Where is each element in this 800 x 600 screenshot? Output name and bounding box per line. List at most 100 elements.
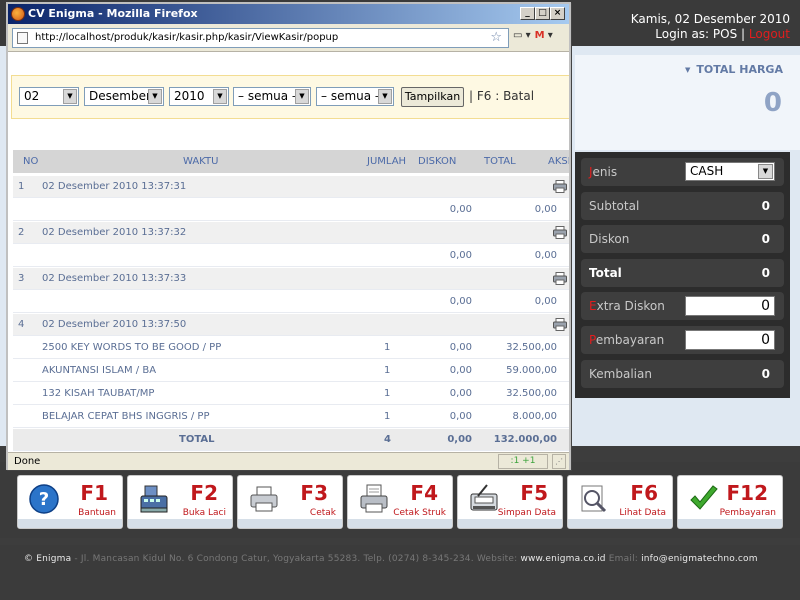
item-row: 132 KISAH TAUBAT/MP 1 0,00 32.500,00 (13, 383, 569, 405)
transaction-row: 4 02 Desember 2010 13:37:50 (13, 314, 569, 336)
grand-total-label: TOTAL (179, 434, 215, 445)
item-name: BELAJAR CEPAT BHS INGGRIS / PP (42, 411, 210, 422)
filter-select-2[interactable]: – semua – ▼ (316, 87, 394, 106)
url-text: http://localhost/produk/kasir/kasir.php/… (35, 32, 339, 43)
address-bar: http://localhost/produk/kasir/kasir.php/… (8, 24, 569, 52)
filter-select-1[interactable]: – semua – ▼ (233, 87, 311, 106)
status-bar: Done :1 +1 ⋰ (8, 452, 569, 470)
f2-key-label: Buka Laci (182, 508, 226, 518)
summary-row-subtotal: Subtotal 0 (581, 191, 784, 220)
print-icon[interactable] (553, 226, 567, 239)
f5-save-data-button[interactable]: F5 Simpan Data (457, 475, 563, 529)
f2-key-code: F2 (190, 481, 218, 505)
view-data-icon (581, 485, 607, 513)
f1-help-button[interactable]: ? F1 Bantuan (17, 475, 123, 529)
bookmark-star-icon[interactable]: ☆ (490, 29, 502, 47)
item-qty: 1 (384, 342, 391, 353)
print-icon[interactable] (553, 180, 567, 193)
transaction-subtotal-row: 0,00 0,00 (13, 291, 569, 313)
total-price-value: 0 (763, 88, 782, 118)
month-select[interactable]: Desember ▼ (84, 87, 164, 106)
row-no: 1 (18, 181, 25, 192)
print-icon[interactable] (553, 318, 567, 331)
payment-label: embayaran (595, 332, 665, 347)
extra-discount-label-initial: E (589, 299, 597, 314)
payment-type-value: CASH (690, 164, 724, 178)
f6-key-code: F6 (630, 481, 658, 505)
popup-content: 02 ▼ Desember ▼ 2010 ▼ – semua – ▼ – semua –… (8, 53, 569, 452)
total-label: Total (589, 265, 622, 280)
f6-key-label: Lihat Data (619, 508, 666, 518)
maximize-button[interactable]: □ (535, 7, 550, 20)
filter-2-value: – semua – (321, 89, 381, 103)
change-label: Kembalian (589, 366, 652, 381)
footer-email-link[interactable]: info@enigmatechno.com (641, 554, 758, 564)
summary-row-extra-diskon: Extra Diskon 0 (581, 292, 784, 321)
gmail-icon[interactable]: M (535, 30, 545, 41)
grand-total-row: TOTAL 4 0,00 132.000,00 (13, 429, 569, 451)
item-qty: 1 (384, 411, 391, 422)
f6-view-data-button[interactable]: F6 Lihat Data (567, 475, 673, 529)
gmail-dropdown-icon[interactable]: ▾ (545, 30, 553, 41)
item-total: 8.000,00 (512, 411, 557, 422)
day-select[interactable]: 02 ▼ (19, 87, 79, 106)
chevron-down-icon: ▼ (295, 89, 309, 104)
transaction-subtotal-row: 0,00 0,00 (13, 199, 569, 221)
item-qty: 1 (384, 365, 391, 376)
row-discount: 0,00 (449, 204, 472, 215)
year-value: 2010 (174, 89, 205, 103)
f5-key-label: Simpan Data (497, 508, 556, 518)
f3-key-label: Cetak (309, 508, 336, 518)
item-discount: 0,00 (449, 388, 472, 399)
item-name: 132 KISAH TAUBAT/MP (42, 388, 155, 399)
chevron-down-icon: ▼ (63, 89, 77, 104)
total-price-header[interactable]: ▼ TOTAL HARGA (575, 60, 800, 80)
f4-print-receipt-button[interactable]: F4 Cetak Struk (347, 475, 453, 529)
row-total: 0,00 (534, 204, 557, 215)
item-discount: 0,00 (449, 411, 472, 422)
popup-window: CV Enigma - Mozilla Firefox _ □ × http:/… (6, 2, 571, 470)
popup-titlebar[interactable]: CV Enigma - Mozilla Firefox _ □ × (8, 4, 569, 24)
show-button[interactable]: Tampilkan (401, 87, 464, 107)
column-total: TOTAL (484, 156, 516, 167)
save-data-icon (470, 484, 498, 511)
f12-payment-button[interactable]: F12 Pembayaran (677, 475, 783, 529)
column-aksi: AKSI (548, 156, 569, 167)
footer-website-link[interactable]: www.enigma.co.id (520, 554, 605, 564)
total-value: 0 (761, 265, 770, 280)
jenis-label: enis (592, 165, 618, 179)
chevron-down-icon: ▼ (213, 89, 227, 104)
summary-row-pembayaran: Pembayaran 0 (581, 325, 784, 354)
column-jumlah: JUMLAH (367, 156, 407, 167)
login-user: Login as: POS (655, 27, 738, 41)
item-name: AKUNTANSI ISLAM / BA (42, 365, 157, 376)
payment-input[interactable]: 0 (685, 329, 775, 350)
transaction-row: 3 02 Desember 2010 13:37:33 (13, 268, 569, 290)
logout-link[interactable]: Logout (749, 27, 790, 41)
extra-discount-label: xtra Diskon (596, 299, 665, 314)
f3-print-button[interactable]: F3 Cetak (237, 475, 343, 529)
f3-key-code: F3 (300, 481, 328, 505)
current-date: Kamis, 02 Desember 2010 (630, 12, 790, 26)
minimize-button[interactable]: _ (520, 7, 535, 20)
extra-discount-input[interactable]: 0 (685, 296, 775, 317)
f12-key-label: Pembayaran (719, 508, 776, 518)
filter-1-value: – semua – (238, 89, 298, 103)
url-field[interactable]: http://localhost/produk/kasir/kasir.php/… (12, 28, 509, 48)
year-select[interactable]: 2010 ▼ (169, 87, 229, 106)
column-waktu: WAKTU (183, 156, 219, 167)
status-text: Done (14, 456, 41, 467)
print-icon[interactable] (553, 272, 567, 285)
f2-open-drawer-button[interactable]: F2 Buka Laci (127, 475, 233, 529)
close-button[interactable]: × (550, 7, 565, 20)
payment-type-select[interactable]: CASH ▼ (685, 162, 775, 181)
item-row: 2500 KEY WORDS TO BE GOOD / PP 1 0,00 32… (13, 337, 569, 359)
toolbar-menu-icon[interactable]: ▭ ▾ (513, 30, 531, 41)
resize-grip-icon[interactable]: ⋰ (552, 454, 566, 469)
day-value: 02 (24, 89, 40, 103)
receipt-printer-icon (360, 484, 388, 513)
summary-row-jenis: Jenis CASH ▼ (581, 158, 784, 186)
discount-label: Diskon (589, 232, 630, 247)
cash-register-icon (140, 485, 168, 513)
payment-label-initial: P (589, 332, 596, 347)
